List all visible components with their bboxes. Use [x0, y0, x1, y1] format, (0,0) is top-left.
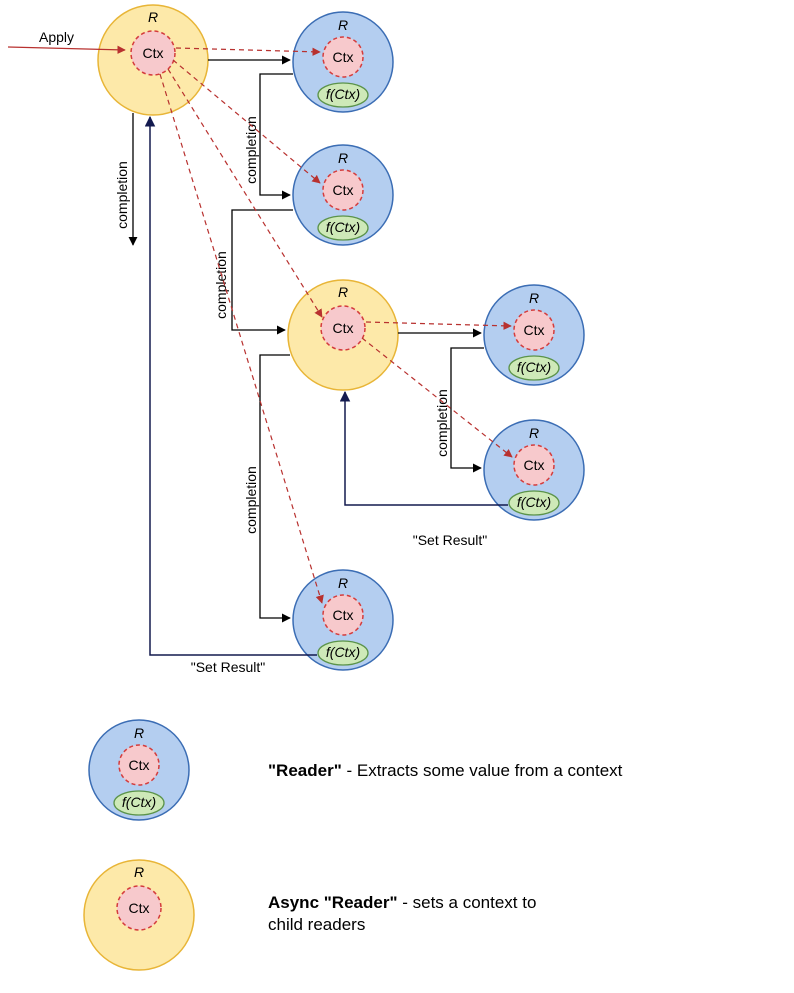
fctx-label: f(Ctx)	[326, 86, 360, 102]
ctx-label: Ctx	[524, 322, 545, 338]
node-label-R: R	[148, 9, 158, 25]
node-label-R: R	[338, 150, 348, 166]
fctx-label: f(Ctx)	[517, 494, 551, 510]
completion-arrow-1-2	[260, 74, 293, 195]
set-result-label: "Set Result"	[191, 659, 266, 675]
ctx-label: Ctx	[333, 320, 354, 336]
ctx-label: Ctx	[129, 900, 150, 916]
fctx-label: f(Ctx)	[122, 794, 156, 810]
completion-label: completion	[213, 251, 229, 319]
fctx-label: f(Ctx)	[517, 359, 551, 375]
legend-reader-node: R Ctx f(Ctx)	[89, 720, 189, 820]
legend-reader-title: "Reader"	[268, 761, 342, 780]
apply-label: Apply	[39, 29, 74, 45]
node-label-R: R	[338, 284, 348, 300]
set-result-arrow-nested	[345, 392, 508, 505]
completion-label: completion	[114, 161, 130, 229]
completion-label: completion	[243, 116, 259, 184]
completion-label: completion	[243, 466, 259, 534]
legend-reader-text: "Reader" - Extracts some value from a co…	[268, 761, 623, 780]
ctx-label: Ctx	[333, 182, 354, 198]
node-label-R: R	[134, 725, 144, 741]
set-result-arrow-root	[150, 117, 317, 655]
completion-arrow-3-4	[260, 355, 290, 618]
node-label-R: R	[529, 425, 539, 441]
completion-arrow-2-3	[232, 210, 293, 330]
ctx-label: Ctx	[524, 457, 545, 473]
fctx-label: f(Ctx)	[326, 644, 360, 660]
root-async-reader-node: R Ctx	[98, 5, 208, 115]
node-label-R: R	[529, 290, 539, 306]
completion-label: completion	[434, 389, 450, 457]
node-label-R: R	[338, 575, 348, 591]
completion-arrow-3a-3b	[451, 348, 484, 468]
nested-async-reader-node: R Ctx	[288, 280, 398, 390]
set-result-label: "Set Result"	[413, 532, 488, 548]
legend-reader-desc: - Extracts some value from a context	[342, 761, 623, 780]
ctx-label: Ctx	[129, 757, 150, 773]
legend-async-reader-node: R Ctx	[84, 860, 194, 970]
legend-async-desc-1: - sets a context to	[398, 893, 537, 912]
ctx-label: Ctx	[333, 49, 354, 65]
legend-async-text: Async "Reader" - sets a context to child…	[268, 893, 541, 934]
reader-node-1: R Ctx f(Ctx)	[293, 12, 393, 112]
node-label-R: R	[338, 17, 348, 33]
node-label-R: R	[134, 864, 144, 880]
reader-node-3a: R Ctx f(Ctx)	[484, 285, 584, 385]
fctx-label: f(Ctx)	[326, 219, 360, 235]
legend-async-title: Async "Reader"	[268, 893, 398, 912]
ctx-label: Ctx	[143, 45, 164, 61]
ctx-label: Ctx	[333, 607, 354, 623]
reader-node-2: R Ctx f(Ctx)	[293, 145, 393, 245]
